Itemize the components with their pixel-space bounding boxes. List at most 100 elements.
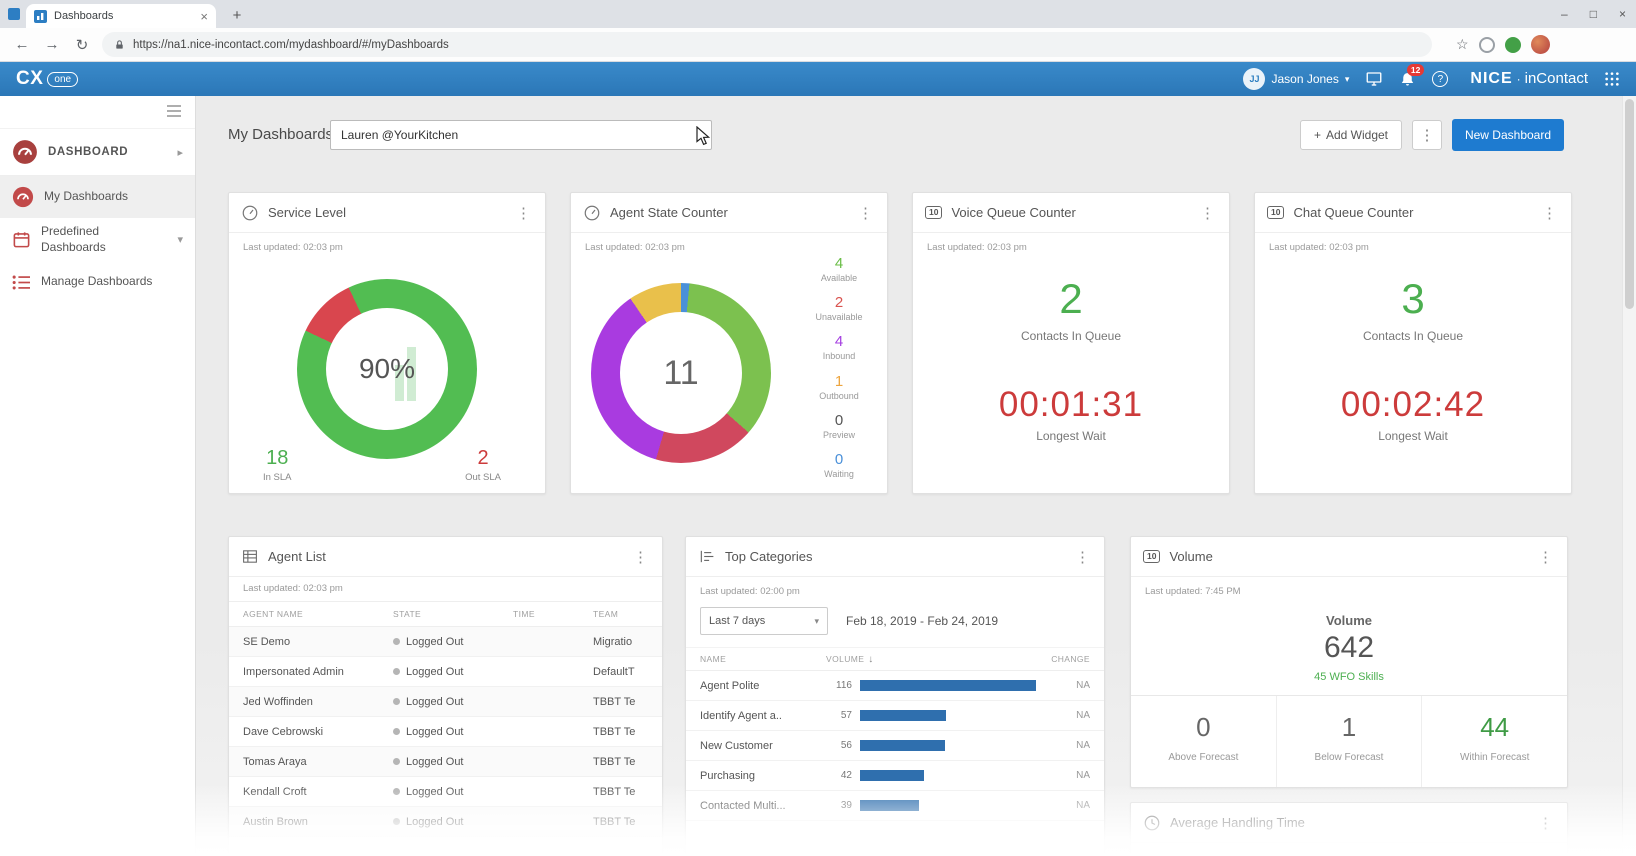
- out-sla-label: Out SLA: [465, 472, 501, 483]
- widget-service-level: Service Level ⋮ Last updated: 02:03 pm 9…: [228, 192, 546, 494]
- reload-icon[interactable]: ↻: [72, 36, 92, 54]
- table-row: New Customer 56 NA: [686, 731, 1104, 761]
- widget-voice-queue-counter: 10 Voice Queue Counter ⋮ Last updated: 0…: [912, 192, 1230, 494]
- dashboard-selector-input[interactable]: [330, 120, 712, 150]
- table-row: Jed Woffinden Logged Out TBBT Te: [229, 687, 662, 717]
- widget-menu-icon[interactable]: ⋮: [1536, 548, 1555, 566]
- sort-descending-icon[interactable]: ↓: [868, 654, 873, 665]
- sidebar-item-label: Manage Dashboards: [41, 274, 152, 290]
- counter-icon: 10: [925, 206, 942, 219]
- window-maximize-button[interactable]: □: [1590, 7, 1597, 21]
- longest-wait-label: Longest Wait: [913, 429, 1229, 443]
- sidebar-item-manage-dashboards[interactable]: Manage Dashboards: [0, 261, 195, 303]
- agent-team: TBBT Te: [593, 726, 648, 738]
- agent-state: Logged Out: [406, 636, 464, 648]
- sidebar-item-predefined-dashboards[interactable]: Predefined Dashboards ▾: [0, 218, 195, 261]
- table-row: Tomas Araya Logged Out TBBT Te: [229, 747, 662, 777]
- column-header-volume: VOLUME: [826, 654, 864, 664]
- widget-menu-icon[interactable]: ⋮: [514, 204, 533, 222]
- gauge-icon: [583, 204, 601, 222]
- chevron-down-icon: ▾: [1345, 74, 1350, 85]
- status-dot: [393, 818, 400, 825]
- bookmark-star-icon[interactable]: ☆: [1456, 36, 1469, 53]
- category-change: NA: [1042, 740, 1090, 751]
- extension-icon-1[interactable]: [1479, 37, 1495, 53]
- extension-icon-2[interactable]: [1505, 37, 1521, 53]
- volume-value: 642: [1131, 631, 1567, 665]
- window-minimize-button[interactable]: –: [1561, 7, 1568, 21]
- main-content: My Dashboards + Add Widget ⋮ New Dashboa…: [196, 96, 1636, 856]
- agent-state: Logged Out: [406, 696, 464, 708]
- monitor-icon[interactable]: [1365, 70, 1383, 88]
- widget-menu-icon[interactable]: ⋮: [1536, 814, 1555, 832]
- sidebar-section-dashboard[interactable]: DASHBOARD ▸: [0, 128, 195, 176]
- widget-menu-icon[interactable]: ⋮: [856, 204, 875, 222]
- sidebar: DASHBOARD ▸ My Dashboards Predefined Das…: [0, 96, 196, 856]
- widget-volume: 10 Volume ⋮ Last updated: 7:45 PM Volume…: [1130, 536, 1568, 788]
- widget-header: 10 Chat Queue Counter ⋮: [1255, 193, 1571, 233]
- table-row: SE Demo Logged Out Migratio: [229, 627, 662, 657]
- forecast-value: 1: [1277, 712, 1422, 743]
- table-row: Dave Cebrowski Logged Out TBBT Te: [229, 717, 662, 747]
- url-bar[interactable]: https://na1.nice-incontact.com/mydashboa…: [102, 32, 1432, 57]
- cxone-logo[interactable]: CX one: [16, 68, 78, 90]
- back-icon[interactable]: ←: [12, 36, 32, 53]
- legend-item-inbound: 4 Inbound: [807, 333, 871, 361]
- legend-value: 0: [807, 412, 871, 429]
- sidebar-item-my-dashboards[interactable]: My Dashboards: [0, 176, 195, 218]
- forward-icon[interactable]: →: [42, 36, 62, 53]
- date-range-text: Feb 18, 2019 - Feb 24, 2019: [846, 614, 998, 628]
- contacts-in-queue-label: Contacts In Queue: [1255, 329, 1571, 343]
- legend-value: 4: [807, 255, 871, 272]
- status-dot: [393, 638, 400, 645]
- sidebar-collapse-icon[interactable]: [167, 105, 181, 117]
- tab-close-icon[interactable]: ×: [200, 9, 208, 24]
- new-dashboard-button[interactable]: New Dashboard: [1452, 119, 1564, 151]
- user-avatar: JJ: [1243, 68, 1265, 90]
- column-header-name: NAME: [700, 654, 826, 664]
- voice-queue-body: 2 Contacts In Queue 00:01:31 Longest Wai…: [913, 253, 1229, 443]
- toolbar-menu-icon[interactable]: ⋮: [1412, 120, 1442, 150]
- notifications-bell-icon[interactable]: 12: [1399, 71, 1416, 88]
- category-change: NA: [1042, 770, 1090, 781]
- legend-label: Available: [807, 273, 871, 283]
- volume-bar: [860, 710, 946, 721]
- add-widget-button[interactable]: + Add Widget: [1300, 120, 1402, 150]
- widget-menu-icon[interactable]: ⋮: [631, 548, 650, 566]
- apps-grid-icon[interactable]: [1604, 71, 1620, 87]
- widget-title: Volume: [1169, 549, 1212, 564]
- last-updated: Last updated: 02:03 pm: [571, 233, 887, 253]
- top-categories-column-headers: NAME VOLUME ↓ CHANGE: [686, 647, 1104, 671]
- header-right-cluster: JJ Jason Jones ▾ 12 ? NICE · inContact: [1243, 68, 1620, 90]
- help-icon[interactable]: ?: [1432, 71, 1448, 87]
- date-range-select[interactable]: Last 7 days ▾: [700, 607, 828, 635]
- volume-bar: [860, 770, 924, 781]
- agent-name: SE Demo: [243, 636, 393, 648]
- browser-profile-avatar[interactable]: [1531, 35, 1550, 54]
- longest-wait-value: 00:01:31: [913, 385, 1229, 425]
- agent-state-donut-chart: 11: [591, 283, 771, 463]
- chevron-down-icon: ▾: [814, 616, 819, 627]
- forecast-label: Below Forecast: [1277, 752, 1422, 763]
- widget-menu-icon[interactable]: ⋮: [1198, 204, 1217, 222]
- add-widget-label: Add Widget: [1326, 128, 1388, 142]
- new-tab-button[interactable]: +: [226, 5, 248, 27]
- widget-menu-icon[interactable]: ⋮: [1540, 204, 1559, 222]
- browser-tab[interactable]: Dashboards ×: [26, 4, 216, 28]
- agent-name: Dave Cebrowski: [243, 726, 393, 738]
- window-close-button[interactable]: ×: [1619, 7, 1626, 21]
- chevron-down-icon: ▾: [177, 233, 183, 246]
- page-scrollbar[interactable]: [1622, 96, 1636, 856]
- app-header: CX one JJ Jason Jones ▾ 12 ? NICE · inCo…: [0, 62, 1636, 96]
- volume-label: Volume: [1131, 613, 1567, 628]
- wfo-skills-link[interactable]: 45 WFO Skills: [1314, 671, 1384, 683]
- top-categories-rows: Agent Polite 116 NA Identify Agent a.. 5…: [686, 671, 1104, 821]
- widget-title: Agent List: [268, 549, 326, 564]
- user-menu[interactable]: JJ Jason Jones ▾: [1243, 68, 1349, 90]
- widget-header: Agent State Counter ⋮: [571, 193, 887, 233]
- last-updated: Last updated: 02:03 pm: [913, 233, 1229, 253]
- status-dot: [393, 668, 400, 675]
- widget-menu-icon[interactable]: ⋮: [1073, 548, 1092, 566]
- legend-value: 0: [807, 451, 871, 468]
- scrollbar-thumb[interactable]: [1625, 99, 1634, 309]
